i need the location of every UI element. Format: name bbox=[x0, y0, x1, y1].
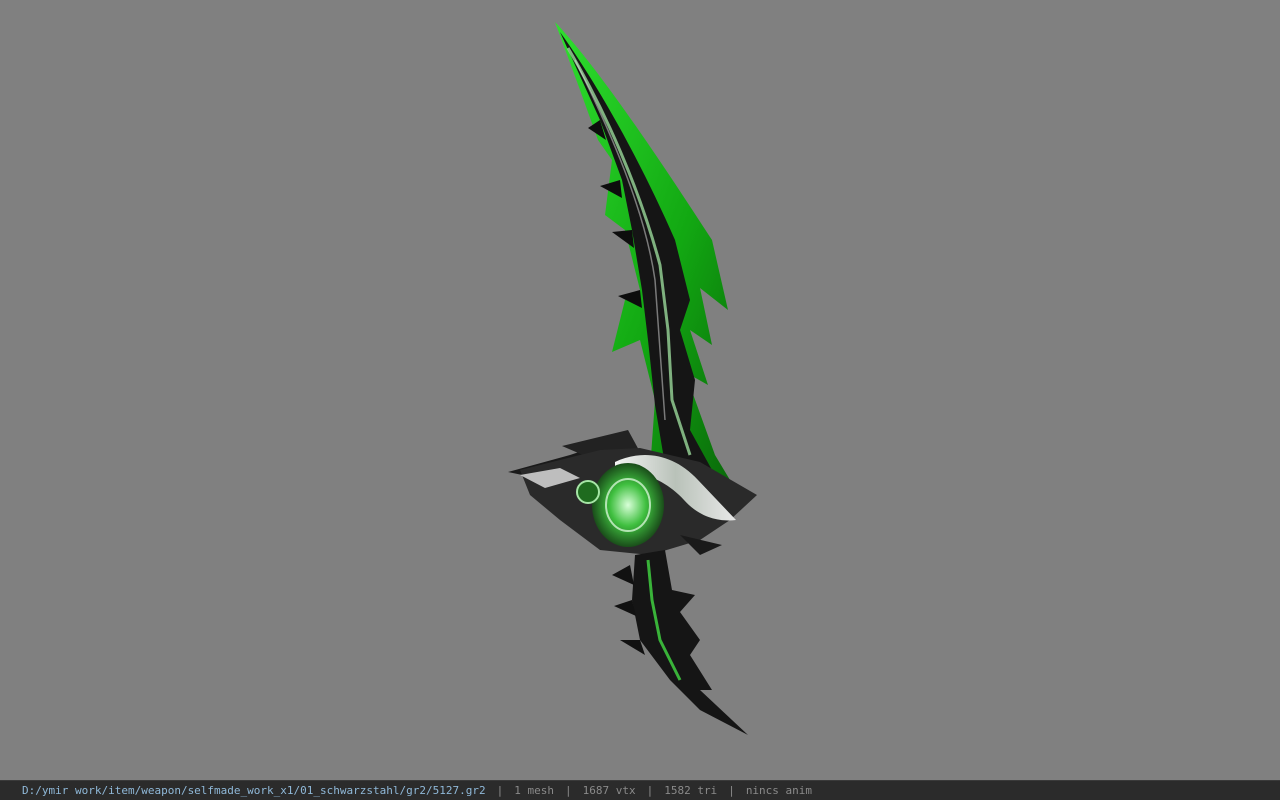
separator: | bbox=[646, 784, 654, 797]
mesh-count: 1 mesh bbox=[514, 784, 554, 797]
weapon-model-icon[interactable] bbox=[0, 0, 1280, 780]
guard-emblem bbox=[592, 463, 664, 547]
triangle-count: 1582 tri bbox=[664, 784, 718, 797]
guard-gem bbox=[576, 480, 600, 504]
separator: | bbox=[728, 784, 735, 797]
animation-status: nincs anim bbox=[745, 784, 813, 797]
vertex-count: 1687 vtx bbox=[582, 784, 636, 797]
file-path: D:/ymir work/item/weapon/selfmade_work_x… bbox=[22, 784, 486, 797]
separator: | bbox=[496, 784, 504, 797]
status-bar: D:/ymir work/item/weapon/selfmade_work_x… bbox=[0, 780, 1280, 800]
model-viewport[interactable] bbox=[0, 0, 1280, 780]
separator: | bbox=[564, 784, 572, 797]
